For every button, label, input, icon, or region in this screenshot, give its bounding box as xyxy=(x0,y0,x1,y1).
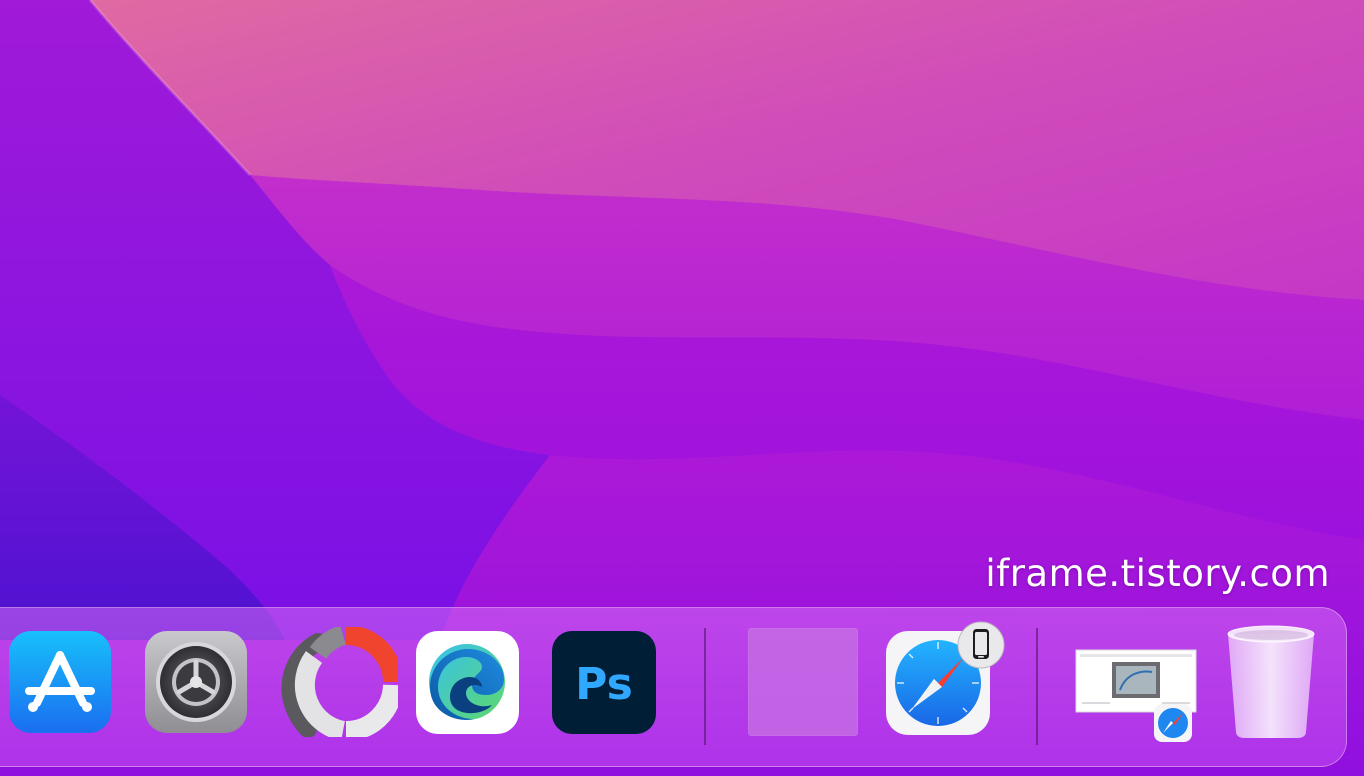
blank-app-icon[interactable] xyxy=(748,628,858,736)
app-store-icon[interactable] xyxy=(9,631,111,733)
trash-icon[interactable] xyxy=(1224,624,1318,740)
svg-text:Ps: Ps xyxy=(575,659,633,710)
dock-divider xyxy=(1036,628,1038,745)
iphone-handoff-badge-icon[interactable] xyxy=(956,620,1006,670)
photoshop-icon[interactable]: Ps xyxy=(552,631,656,734)
system-preferences-icon[interactable] xyxy=(145,631,247,733)
watermark-text: iframe.tistory.com xyxy=(985,552,1330,595)
color-wheel-icon[interactable] xyxy=(268,627,398,737)
dock-divider xyxy=(704,628,706,745)
web-document-icon[interactable] xyxy=(1074,648,1198,742)
desktop: iframe.tistory.com Ps xyxy=(0,0,1364,776)
edge-icon[interactable] xyxy=(416,631,519,734)
